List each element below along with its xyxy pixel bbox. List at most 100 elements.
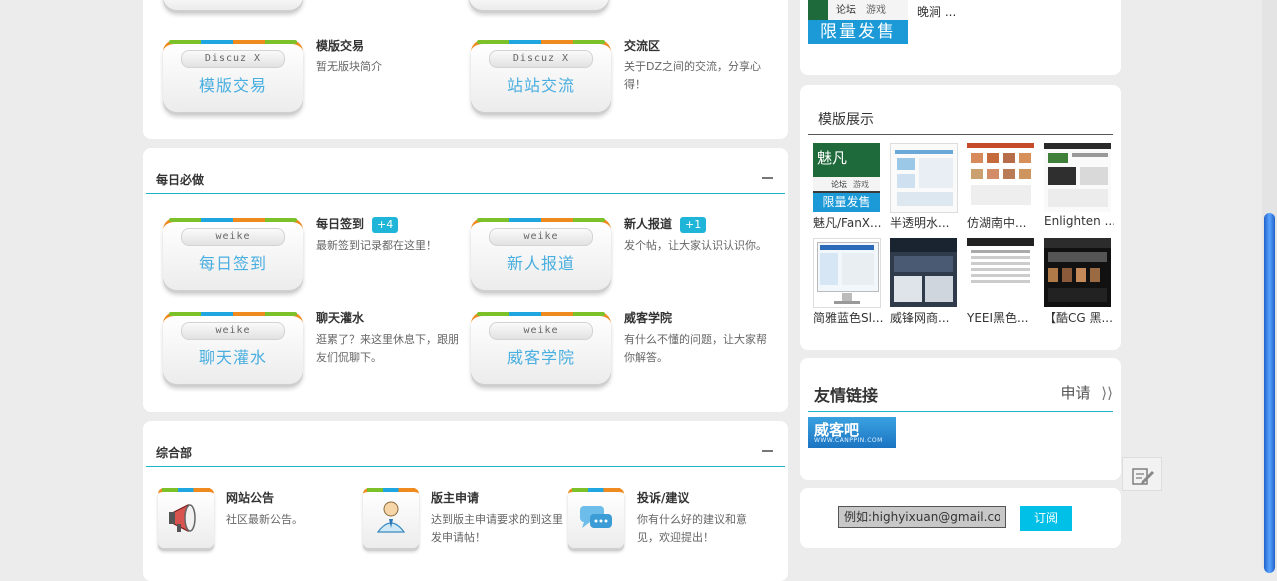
section-header: 每日必做 [146,161,785,194]
links-panel: 友情链接 申请 ⟩⟩ 威客吧 WWW.CANPPIN.COM [800,358,1121,480]
subscribe-panel: 订阅 [800,488,1121,548]
template-thumbnail[interactable] [813,238,881,308]
template-tag: 游戏 [853,180,869,189]
forum-icon[interactable]: weike 聊天灌水 [163,312,303,384]
user-icon[interactable] [363,488,419,548]
collapse-icon[interactable] [762,177,773,179]
forum-icon-partial[interactable] [469,0,609,10]
user-glyph [376,501,406,533]
forum-icon-main-label: 新人报道 [506,254,575,273]
template-caption[interactable]: 简雅蓝色Sl... [813,309,883,326]
forum-desc: 关于DZ之间的交流，分享心得！ [624,60,762,91]
links-header: 友情链接 申请 ⟩⟩ [808,372,1113,412]
chat-bubble-glyph [580,506,612,528]
template-tag: 论坛 [831,180,847,189]
template-caption[interactable]: 魅凡/FanX... [813,214,883,231]
forum-icon-top-label: weike [489,228,593,246]
chevron-right-icon: ⟩⟩ [1101,384,1113,402]
new-post-badge: +4 [372,216,399,233]
template-caption[interactable]: YEEI黑色... [967,309,1037,326]
forum-icon[interactable]: Discuz X 模版交易 [163,40,303,112]
template-thumbnail[interactable] [967,143,1034,212]
megaphone-glyph [169,504,196,532]
forum-icon-top-label: Discuz X [489,50,593,68]
forum-icon-main-label: 模版交易 [198,76,267,95]
section-header: 综合部 [146,434,785,467]
apply-label: 申请 [1060,384,1091,402]
forum-icon-main-label: 威客学院 [506,348,575,367]
friend-link-logo-sub: WWW.CANPPIN.COM [814,437,883,444]
forum-icon[interactable]: Discuz X 站站交流 [471,40,611,112]
forum-icon[interactable]: weike 新人报道 [471,218,611,290]
scrollbar-thumb[interactable] [1264,213,1275,573]
forum-name[interactable]: 网站公告 [226,489,274,506]
template-banner: 限量发售 [813,193,880,212]
forum-icon-main-label: 聊天灌水 [198,348,267,367]
template-thumbnail[interactable] [1044,238,1111,307]
section-title[interactable]: 综合部 [156,444,192,461]
forum-name[interactable]: 模版交易 [316,37,364,54]
forum-icon-top-label: weike [489,322,593,340]
section-title[interactable]: 每日必做 [156,171,204,188]
forum-name[interactable]: 威客学院 [624,309,672,326]
topic-thumbnail[interactable]: 论坛 游戏 限量发售 [808,0,908,44]
thumbnail-tag: 游戏 [866,5,886,16]
forum-icon-main-label: 每日签到 [198,254,267,273]
forum-desc: 暂无版块简介 [316,60,382,73]
forum-icon-top-label: weike [181,322,285,340]
templates-header: 模版展示 [808,99,1113,135]
forum-name-link[interactable]: 新人报道 [624,217,672,231]
forum-desc: 社区最新公告。 [226,513,303,526]
template-caption[interactable]: 仿湖南中... [967,214,1037,231]
daily-section: 每日必做 weike 每日签到 每日签到 +4 最新签到记录都在这里！ weike… [143,148,788,412]
templates-title: 模版展示 [818,112,874,128]
subscribe-button[interactable]: 订阅 [1020,506,1072,531]
forum-panel-top: Discuz X 模版交易 模版交易 暂无版块简介 Discuz X 站站交流 … [143,0,788,139]
forum-desc: 你有什么好的建议和意见，欢迎提出！ [637,513,747,544]
edit-icon[interactable] [1122,457,1162,491]
subscribe-email-input[interactable] [838,506,1006,528]
forum-desc: 达到版主申请要求的到这里发申请帖！ [431,513,563,544]
forum-desc: 发个帖，让大家认识认识你。 [624,239,767,252]
forum-icon-top-label: weike [181,228,285,246]
topic-caption[interactable]: 晚涧 ... [917,3,956,20]
scrollbar-track[interactable] [1262,0,1277,573]
template-caption[interactable]: 威锋网商... [890,309,960,326]
forum-icon[interactable]: weike 每日签到 [163,218,303,290]
forum-icon-top-label: Discuz X [181,50,285,68]
forum-name-link[interactable]: 每日签到 [316,217,364,231]
forum-desc: 逛累了？来这里休息下，跟朋友们侃聊下。 [316,333,459,364]
forum-icon-main-label: 站站交流 [506,76,575,95]
megaphone-icon[interactable] [158,488,214,548]
forum-name[interactable]: 交流区 [624,37,660,54]
apply-link[interactable]: 申请 ⟩⟩ [1060,382,1113,403]
template-thumbnail[interactable] [967,238,1034,307]
edit-glyph [1132,468,1154,485]
template-thumbnail[interactable] [1044,143,1111,212]
links-title: 友情链接 [814,386,879,405]
forum-icon[interactable]: weike 威客学院 [471,312,611,384]
new-post-badge: +1 [680,216,707,233]
forum-icon-partial[interactable] [163,0,303,10]
template-logo: 魅凡 [817,149,848,167]
forum-name[interactable]: 版主申请 [431,489,479,506]
collapse-icon[interactable] [762,450,773,452]
template-thumbnail[interactable]: 魅凡 论坛 游戏 限量发售 [813,143,880,212]
forum-desc: 有什么不懂的问题，让大家帮你解答。 [624,333,767,364]
template-caption[interactable]: Enlighten ... [1044,214,1114,228]
thumbnail-banner: 限量发售 [808,20,908,44]
forum-name: 新人报道 +1 [624,215,707,233]
forum-name: 每日签到 +4 [316,215,399,233]
recent-topic-panel: 论坛 游戏 限量发售 晚涧 ... [800,0,1121,75]
chat-bubble-icon[interactable] [568,488,624,548]
forum-name[interactable]: 聊天灌水 [316,309,364,326]
thumbnail-tag: 论坛 [836,5,856,16]
template-caption[interactable]: 半透明水... [890,214,960,231]
forum-name[interactable]: 投诉/建议 [637,489,689,506]
template-thumbnail[interactable] [890,143,958,213]
friend-link-logo[interactable]: 威客吧 WWW.CANPPIN.COM [808,417,896,448]
general-section: 综合部 网站公告 社区最新公告。 版主申请 达到版主申请要求的到这里发申请帖！ [143,421,788,581]
template-caption[interactable]: 【酷CG 黑... [1044,309,1114,326]
templates-panel: 模版展示 魅凡 论坛 游戏 限量发售 魅凡/FanX... 半透明水... 仿湖… [800,85,1121,350]
template-thumbnail[interactable] [890,238,957,307]
